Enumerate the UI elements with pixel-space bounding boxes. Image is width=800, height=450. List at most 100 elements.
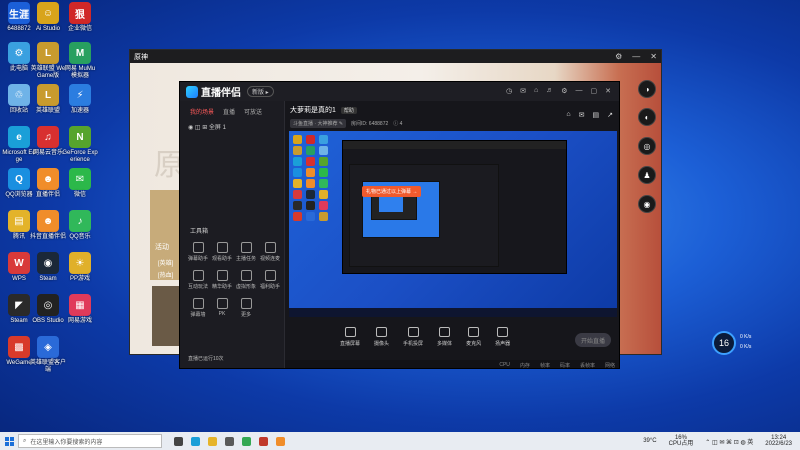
- desktop-icon[interactable]: ✉ 微信: [62, 168, 98, 199]
- desktop-icon[interactable]: ♫ 网易云音乐: [30, 126, 66, 157]
- desktop-icon[interactable]: L 英雄联盟 WeGame版: [30, 42, 66, 80]
- clock[interactable]: 13:24 2022/6/23: [765, 435, 792, 447]
- minimize-icon[interactable]: —: [632, 52, 640, 61]
- titlebar-tool-icon[interactable]: ▢: [591, 87, 598, 95]
- floating-app-icon[interactable]: ♟: [638, 166, 656, 184]
- toolbox-grid: 弹幕助手 观看助手 主播任务 视频连麦互动玩法 精华助手 虚拟形象 福利助手弹幕墙 PK 更多: [186, 242, 282, 318]
- room-category[interactable]: 斗鱼直播 · 大神推荐 ✎: [290, 119, 347, 128]
- titlebar-tool-icon[interactable]: ◷: [506, 87, 512, 95]
- desktop-icon[interactable]: ◉ Steam: [30, 252, 66, 283]
- source-button[interactable]: 扬声器: [495, 327, 510, 347]
- toolbox-item[interactable]: 福利助手: [258, 270, 282, 290]
- app-icon: ▩: [8, 336, 30, 358]
- live-companion-window[interactable]: 直播伴侣 新版 ▸ ◷ ✉ ⌂ ♬ ⚙ — ▢ ✕ 我的场景 直播 可放送 ◉ ◫ ⊞ 全屏 …: [179, 81, 620, 369]
- tool-icon: [240, 298, 252, 309]
- tab-live[interactable]: 直播: [223, 107, 235, 116]
- titlebar-tool-icon[interactable]: —: [576, 87, 583, 95]
- source-button[interactable]: 手机投屏: [403, 327, 423, 347]
- preview-desktop-icon: [306, 146, 315, 155]
- home-icon[interactable]: ⌂: [566, 111, 570, 119]
- titlebar-tool-icon[interactable]: ✕: [605, 87, 611, 95]
- tool-icon: [240, 270, 252, 281]
- share-icon[interactable]: ↗: [607, 111, 613, 119]
- file-explorer-icon[interactable]: [208, 436, 217, 446]
- search-placeholder: 在这里输入你要搜索的内容: [30, 439, 103, 446]
- toolbox-item[interactable]: 更多: [234, 298, 258, 318]
- desktop-icon[interactable]: ◈ 英雄联盟客户端: [30, 336, 66, 374]
- viewer-count: ⓘ 4: [393, 121, 403, 127]
- toolbox-item[interactable]: 弹幕助手: [186, 242, 210, 262]
- desktop-icon[interactable]: M 网易 MuMu模拟器: [62, 42, 98, 80]
- preview-desktop-icon: [319, 135, 328, 144]
- desktop-icon[interactable]: ☺ Ai Studio: [30, 2, 66, 33]
- live-icon[interactable]: [276, 436, 285, 446]
- titlebar-tool-icon[interactable]: ♬: [546, 87, 553, 95]
- scene-item[interactable]: ◉ ◫ ⊞ 全屏 1: [180, 120, 284, 133]
- start-button[interactable]: [0, 432, 18, 450]
- tray-icons[interactable]: ⌃ ◫ ✉ ⌘ ⊡ ◍ 英: [705, 437, 753, 446]
- desktop-icon[interactable]: ◎ OBS Studio: [30, 294, 66, 325]
- desktop-icon-label: 企业微信: [67, 26, 92, 32]
- desktop-icon[interactable]: L 英雄联盟: [30, 84, 66, 115]
- status-item: 网络: [604, 362, 615, 369]
- clock-date: 2022/6/23: [765, 441, 792, 447]
- desktop-icon[interactable]: 狠企业微信: [62, 2, 98, 33]
- app-icon: N: [69, 126, 91, 148]
- store-icon[interactable]: [225, 436, 234, 446]
- task-view-icon[interactable]: [174, 436, 183, 446]
- activity-label[interactable]: 活动: [155, 242, 169, 252]
- desktop-icon[interactable]: N GeForce Experience: [62, 126, 98, 164]
- game-window-titlebar[interactable]: 原神 ⚙ — ✕: [130, 50, 661, 63]
- source-button[interactable]: 多媒体: [437, 327, 452, 347]
- floating-app-icon[interactable]: ◑: [638, 80, 656, 98]
- tab-broadcast[interactable]: 可放送: [244, 107, 262, 116]
- toolbox-item[interactable]: 弹幕墙: [186, 298, 210, 318]
- floating-app-icon[interactable]: ◉: [638, 195, 656, 213]
- toolbox-item[interactable]: 观看助手: [210, 242, 234, 262]
- desktop-icon[interactable]: ☻ 直播伴侣: [30, 168, 66, 199]
- close-icon[interactable]: ✕: [650, 52, 657, 61]
- desktop-icon[interactable]: ▦ 网易游戏: [62, 294, 98, 325]
- toolbox-item[interactable]: 精华助手: [210, 270, 234, 290]
- version-badge[interactable]: 新版 ▸: [247, 86, 274, 97]
- cpu-usage[interactable]: 16% CPU占用: [669, 435, 694, 447]
- start-live-button[interactable]: 开始直播: [575, 333, 611, 347]
- chrome-icon[interactable]: [242, 436, 251, 446]
- search-box[interactable]: ⌕ 在这里输入你要搜索的内容: [18, 434, 162, 448]
- titlebar-tool-icon[interactable]: ⚙: [561, 87, 567, 95]
- toolbox-item[interactable]: 虚拟形象: [234, 270, 258, 290]
- gift-toast[interactable]: 礼物已通过以上弹幕 →: [362, 186, 422, 197]
- toolbox-item[interactable]: PK: [210, 298, 234, 318]
- weather[interactable]: 39°C: [643, 438, 656, 444]
- live-preview[interactable]: 礼物已通过以上弹幕 →: [289, 131, 617, 317]
- tab-my-scenes[interactable]: 我的场景: [190, 107, 214, 116]
- desktop-icon-label: 直播伴侣: [35, 192, 60, 198]
- game-icon[interactable]: [259, 436, 268, 446]
- desktop-icon[interactable]: ☀ PP游戏: [62, 252, 98, 283]
- source-button[interactable]: 摄像头: [374, 327, 389, 347]
- list-icon[interactable]: ▤: [593, 111, 600, 119]
- desktop-icon-label: 英雄联盟客户端: [30, 360, 67, 373]
- toolbox-item[interactable]: 主播任务: [234, 242, 258, 262]
- desktop-icon[interactable]: ⚡ 加速器: [62, 84, 98, 115]
- network-widget[interactable]: 16 0 K/s 0 K/s: [712, 329, 762, 357]
- source-button[interactable]: 麦克风: [466, 327, 481, 347]
- message-icon[interactable]: ✉: [579, 111, 585, 119]
- toolbox-item[interactable]: 视频连麦: [258, 242, 282, 262]
- live-titlebar[interactable]: 直播伴侣 新版 ▸ ◷ ✉ ⌂ ♬ ⚙ — ▢ ✕: [180, 82, 619, 101]
- room-title[interactable]: 大萝莉是真的1: [290, 105, 336, 115]
- toolbox-item[interactable]: 互动玩法: [186, 270, 210, 290]
- edge-icon[interactable]: [191, 436, 200, 446]
- app-icon: ▦: [69, 294, 91, 316]
- toolbox-title: 工具箱: [190, 229, 209, 235]
- titlebar-tool-icon[interactable]: ⌂: [534, 87, 538, 95]
- desktop-icon[interactable]: ☻ 抖音直播伴侣: [30, 210, 66, 241]
- floating-app-icon[interactable]: ◎: [638, 137, 656, 155]
- desktop-icon[interactable]: ♪ QQ音乐: [62, 210, 98, 241]
- help-chip[interactable]: 帮助: [340, 106, 357, 114]
- titlebar-tool-icon[interactable]: ✉: [520, 87, 526, 95]
- source-icon: [376, 327, 388, 337]
- floating-app-icon[interactable]: ◐: [638, 108, 656, 126]
- settings-icon[interactable]: ⚙: [615, 52, 622, 61]
- source-button[interactable]: 直播屏幕: [340, 327, 360, 347]
